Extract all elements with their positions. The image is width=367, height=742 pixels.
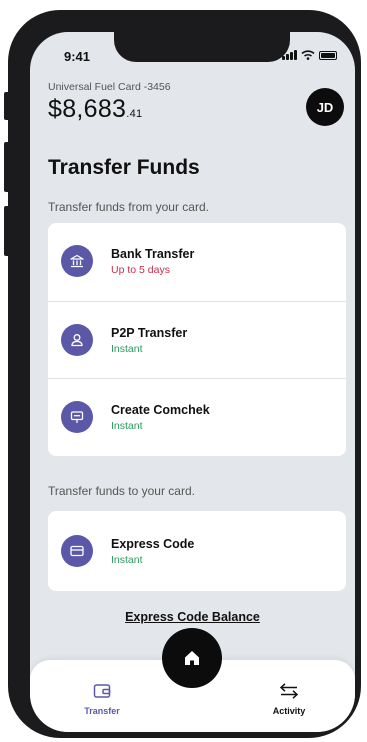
option-status: Instant — [111, 342, 143, 355]
transfer-to-label: Transfer funds to your card. — [48, 484, 195, 498]
battery-icon — [319, 51, 337, 60]
tab-label: Transfer — [84, 706, 120, 716]
app-screen: 9:41 Universal Fuel Card -3456 $8,683.41… — [30, 32, 355, 732]
tab-activity[interactable]: Activity — [249, 680, 329, 716]
option-title: Create Comchek — [111, 402, 210, 417]
home-button[interactable] — [162, 628, 222, 688]
card-balance: $8,683.41 — [48, 95, 142, 124]
card-icon — [61, 535, 93, 567]
transfer-to-list: Express Code Instant — [48, 511, 346, 591]
option-title: Express Code — [111, 536, 195, 551]
express-code-balance-link[interactable]: Express Code Balance — [30, 610, 355, 624]
option-title: Bank Transfer — [111, 246, 195, 261]
page-title: Transfer Funds — [48, 156, 200, 179]
tab-label: Activity — [272, 706, 306, 716]
create-comchek-option[interactable]: Create Comchek Instant — [48, 379, 346, 455]
bank-icon — [61, 245, 93, 277]
option-status: Instant — [111, 419, 143, 432]
volume-up-button — [4, 142, 10, 192]
home-icon — [185, 651, 199, 665]
status-icons — [282, 50, 337, 60]
option-status: Up to 5 days — [111, 263, 170, 276]
swap-arrows-icon — [249, 680, 329, 702]
check-icon — [61, 401, 93, 433]
transfer-from-list: Bank Transfer Up to 5 days P2P Transfer … — [48, 223, 346, 456]
card-name: Universal Fuel Card -3456 — [48, 81, 171, 93]
balance-cents: .41 — [126, 108, 143, 120]
status-time: 9:41 — [64, 49, 91, 64]
wifi-icon — [301, 50, 315, 60]
tab-transfer[interactable]: Transfer — [62, 680, 142, 716]
transfer-from-label: Transfer funds from your card. — [48, 200, 209, 214]
express-code-option[interactable]: Express Code Instant — [48, 513, 346, 589]
avatar[interactable]: JD — [306, 88, 344, 126]
device-notch — [114, 32, 290, 62]
wallet-icon — [62, 680, 142, 702]
phone-frame: 9:41 Universal Fuel Card -3456 $8,683.41… — [4, 10, 361, 738]
mute-switch — [4, 92, 10, 120]
signal-icon — [282, 50, 297, 60]
balance-main: $8,683 — [48, 95, 127, 123]
bank-transfer-option[interactable]: Bank Transfer Up to 5 days — [48, 223, 346, 299]
volume-down-button — [4, 206, 10, 256]
option-status: Instant — [111, 553, 143, 566]
person-icon — [61, 324, 93, 356]
p2p-transfer-option[interactable]: P2P Transfer Instant — [48, 302, 346, 378]
option-title: P2P Transfer — [111, 325, 188, 340]
